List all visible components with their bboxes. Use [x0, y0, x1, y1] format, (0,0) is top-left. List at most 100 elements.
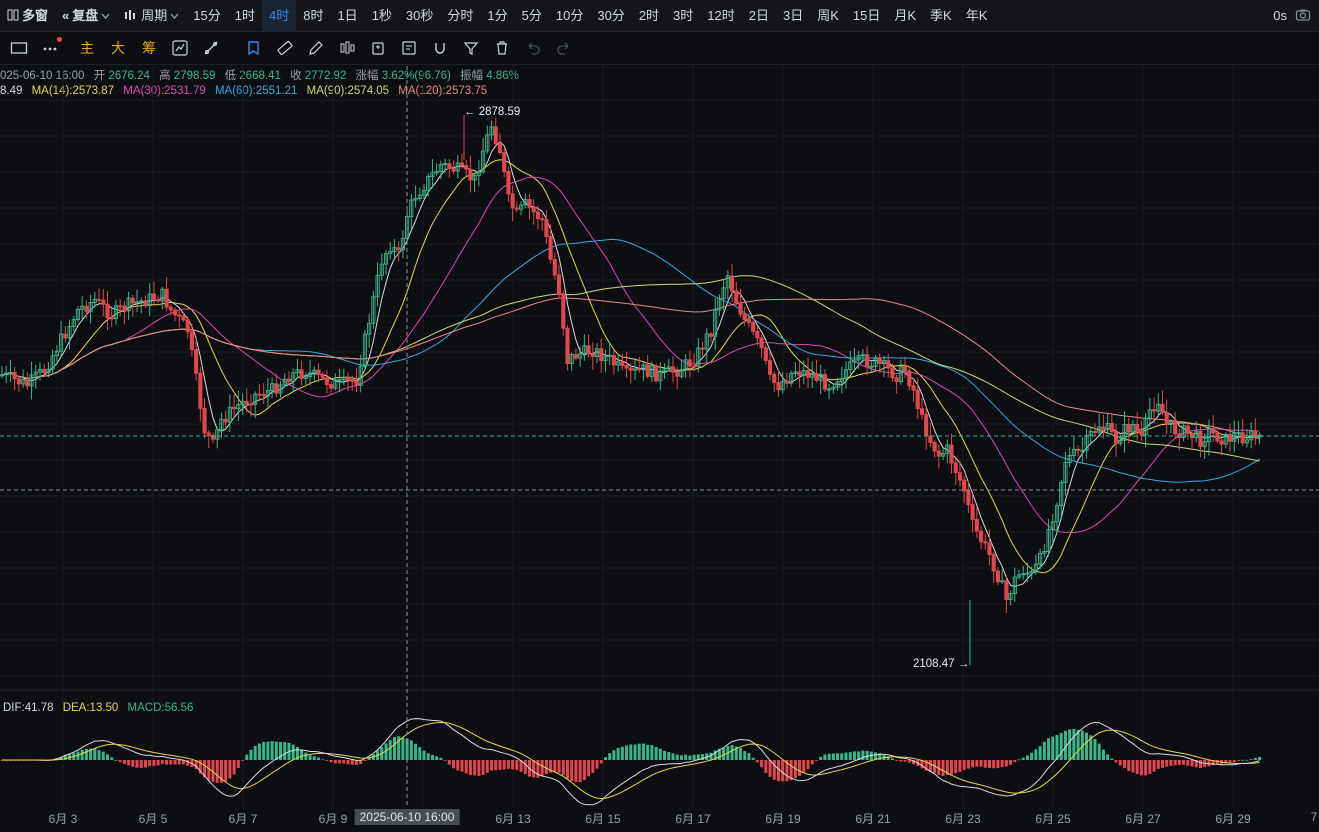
rectangle-icon[interactable]	[5, 34, 33, 62]
ruler-icon[interactable]	[271, 34, 299, 62]
pen-icon[interactable]	[302, 34, 330, 62]
period-15d[interactable]: 15日	[846, 0, 887, 31]
macd-bar	[1148, 760, 1152, 775]
period-30m[interactable]: 30分	[590, 0, 631, 31]
candle-body	[911, 385, 916, 391]
candle-body	[451, 168, 456, 172]
macd-bar	[342, 760, 346, 764]
period-month[interactable]: 月K	[887, 0, 923, 31]
period-3d[interactable]: 3日	[776, 0, 810, 31]
macd-bar	[907, 760, 911, 763]
macd-bar	[996, 760, 1000, 769]
candle-body	[1173, 421, 1178, 435]
trendline-icon[interactable]	[197, 34, 225, 62]
macd-bar	[460, 760, 464, 772]
period-3h[interactable]: 3时	[666, 0, 700, 31]
candle-body	[1092, 431, 1098, 433]
candle-body	[535, 211, 540, 220]
indicator-icon[interactable]	[166, 34, 194, 62]
macd-bar	[207, 760, 211, 781]
candle-style-icon[interactable]	[333, 34, 361, 62]
x-label: 6月 17	[675, 812, 711, 826]
macd-bar	[620, 746, 624, 760]
candle-body	[746, 319, 751, 324]
macd-bar	[654, 746, 658, 760]
candle-body	[12, 371, 17, 380]
candle-body	[506, 170, 511, 195]
period-30s[interactable]: 30秒	[399, 0, 440, 31]
macd-bar	[899, 760, 903, 762]
position-icon[interactable]	[364, 34, 392, 62]
filter-icon[interactable]	[457, 34, 485, 62]
macd-bar	[1182, 760, 1186, 765]
candle-body	[16, 378, 21, 385]
macd-bar	[798, 760, 802, 776]
dea-value: DEA:13.50	[62, 702, 119, 714]
delete-icon[interactable]	[488, 34, 516, 62]
macd-bar	[1093, 739, 1097, 760]
macd-bar	[468, 760, 472, 776]
undo-icon[interactable]	[519, 34, 547, 62]
order-icon[interactable]	[395, 34, 423, 62]
period-5m[interactable]: 5分	[515, 0, 549, 31]
macd-bar	[447, 760, 451, 765]
large-order-button[interactable]: 大	[104, 34, 132, 62]
period-10m[interactable]: 10分	[549, 0, 590, 31]
period-15m[interactable]: 15分	[186, 0, 227, 31]
magnet-icon[interactable]	[426, 34, 454, 62]
period-1s[interactable]: 1秒	[365, 0, 399, 31]
period-week[interactable]: 周K	[810, 0, 846, 31]
more-icon[interactable]	[36, 34, 64, 62]
chips-button[interactable]: 筹	[135, 34, 163, 62]
period-dropdown[interactable]: 周期	[117, 0, 186, 31]
macd-bar	[506, 760, 510, 769]
multi-window-button[interactable]: 多窗	[0, 0, 55, 31]
macd-bar	[1144, 760, 1148, 776]
macd-bar	[426, 753, 430, 760]
camera-icon[interactable]	[1295, 7, 1313, 25]
candle-body	[122, 305, 127, 312]
period-1m[interactable]: 1分	[480, 0, 514, 31]
candle-body	[324, 377, 329, 386]
period-timeshare[interactable]: 分时	[440, 0, 480, 31]
period-quarter[interactable]: 季K	[923, 0, 959, 31]
macd-bar	[544, 760, 548, 775]
redo-icon[interactable]	[550, 34, 578, 62]
period-15d-label: 15日	[852, 8, 881, 23]
candlestick-chart[interactable]	[0, 66, 1319, 806]
period-2h[interactable]: 2时	[632, 0, 666, 31]
replay-button[interactable]: «复盘	[55, 0, 117, 31]
period-year[interactable]: 年K	[959, 0, 995, 31]
macd-bar	[329, 760, 333, 763]
macd-bar	[557, 760, 561, 773]
macd-bar	[1245, 759, 1249, 761]
candle-body	[924, 413, 929, 437]
candle-body	[329, 384, 334, 389]
macd-bar	[502, 760, 506, 770]
candle-body	[1211, 428, 1216, 434]
macd-bar	[1135, 760, 1139, 775]
macd-bar	[236, 760, 240, 768]
macd-bar	[650, 745, 654, 760]
period-1d[interactable]: 1日	[330, 0, 364, 31]
period-12h[interactable]: 12时	[700, 0, 741, 31]
macd-bar	[523, 760, 527, 774]
macd-bar	[439, 757, 443, 760]
arrow-left-icon: ←	[464, 106, 476, 118]
period-2d[interactable]: 2日	[742, 0, 776, 31]
candle-body	[257, 393, 262, 396]
period-bar: 多窗 «复盘 周期 15分 1时 4时 8时 1日 1秒 30秒 分时 1分 5分 10分 30分 2时 3时 1…	[0, 0, 1319, 32]
period-4h[interactable]: 4时	[261, 0, 297, 31]
note-tool-icon[interactable]	[240, 34, 268, 62]
macd-bar	[861, 750, 865, 760]
period-8h[interactable]: 8时	[296, 0, 330, 31]
macd-bar	[388, 740, 392, 760]
candle-body	[143, 300, 148, 306]
period-1h[interactable]: 1时	[228, 0, 262, 31]
candle-body	[991, 554, 996, 572]
candle-body	[742, 313, 747, 321]
candle-body	[772, 373, 777, 384]
macd-bar	[156, 760, 160, 766]
main-indicator-button[interactable]: 主	[73, 34, 101, 62]
macd-bar	[1173, 760, 1177, 766]
